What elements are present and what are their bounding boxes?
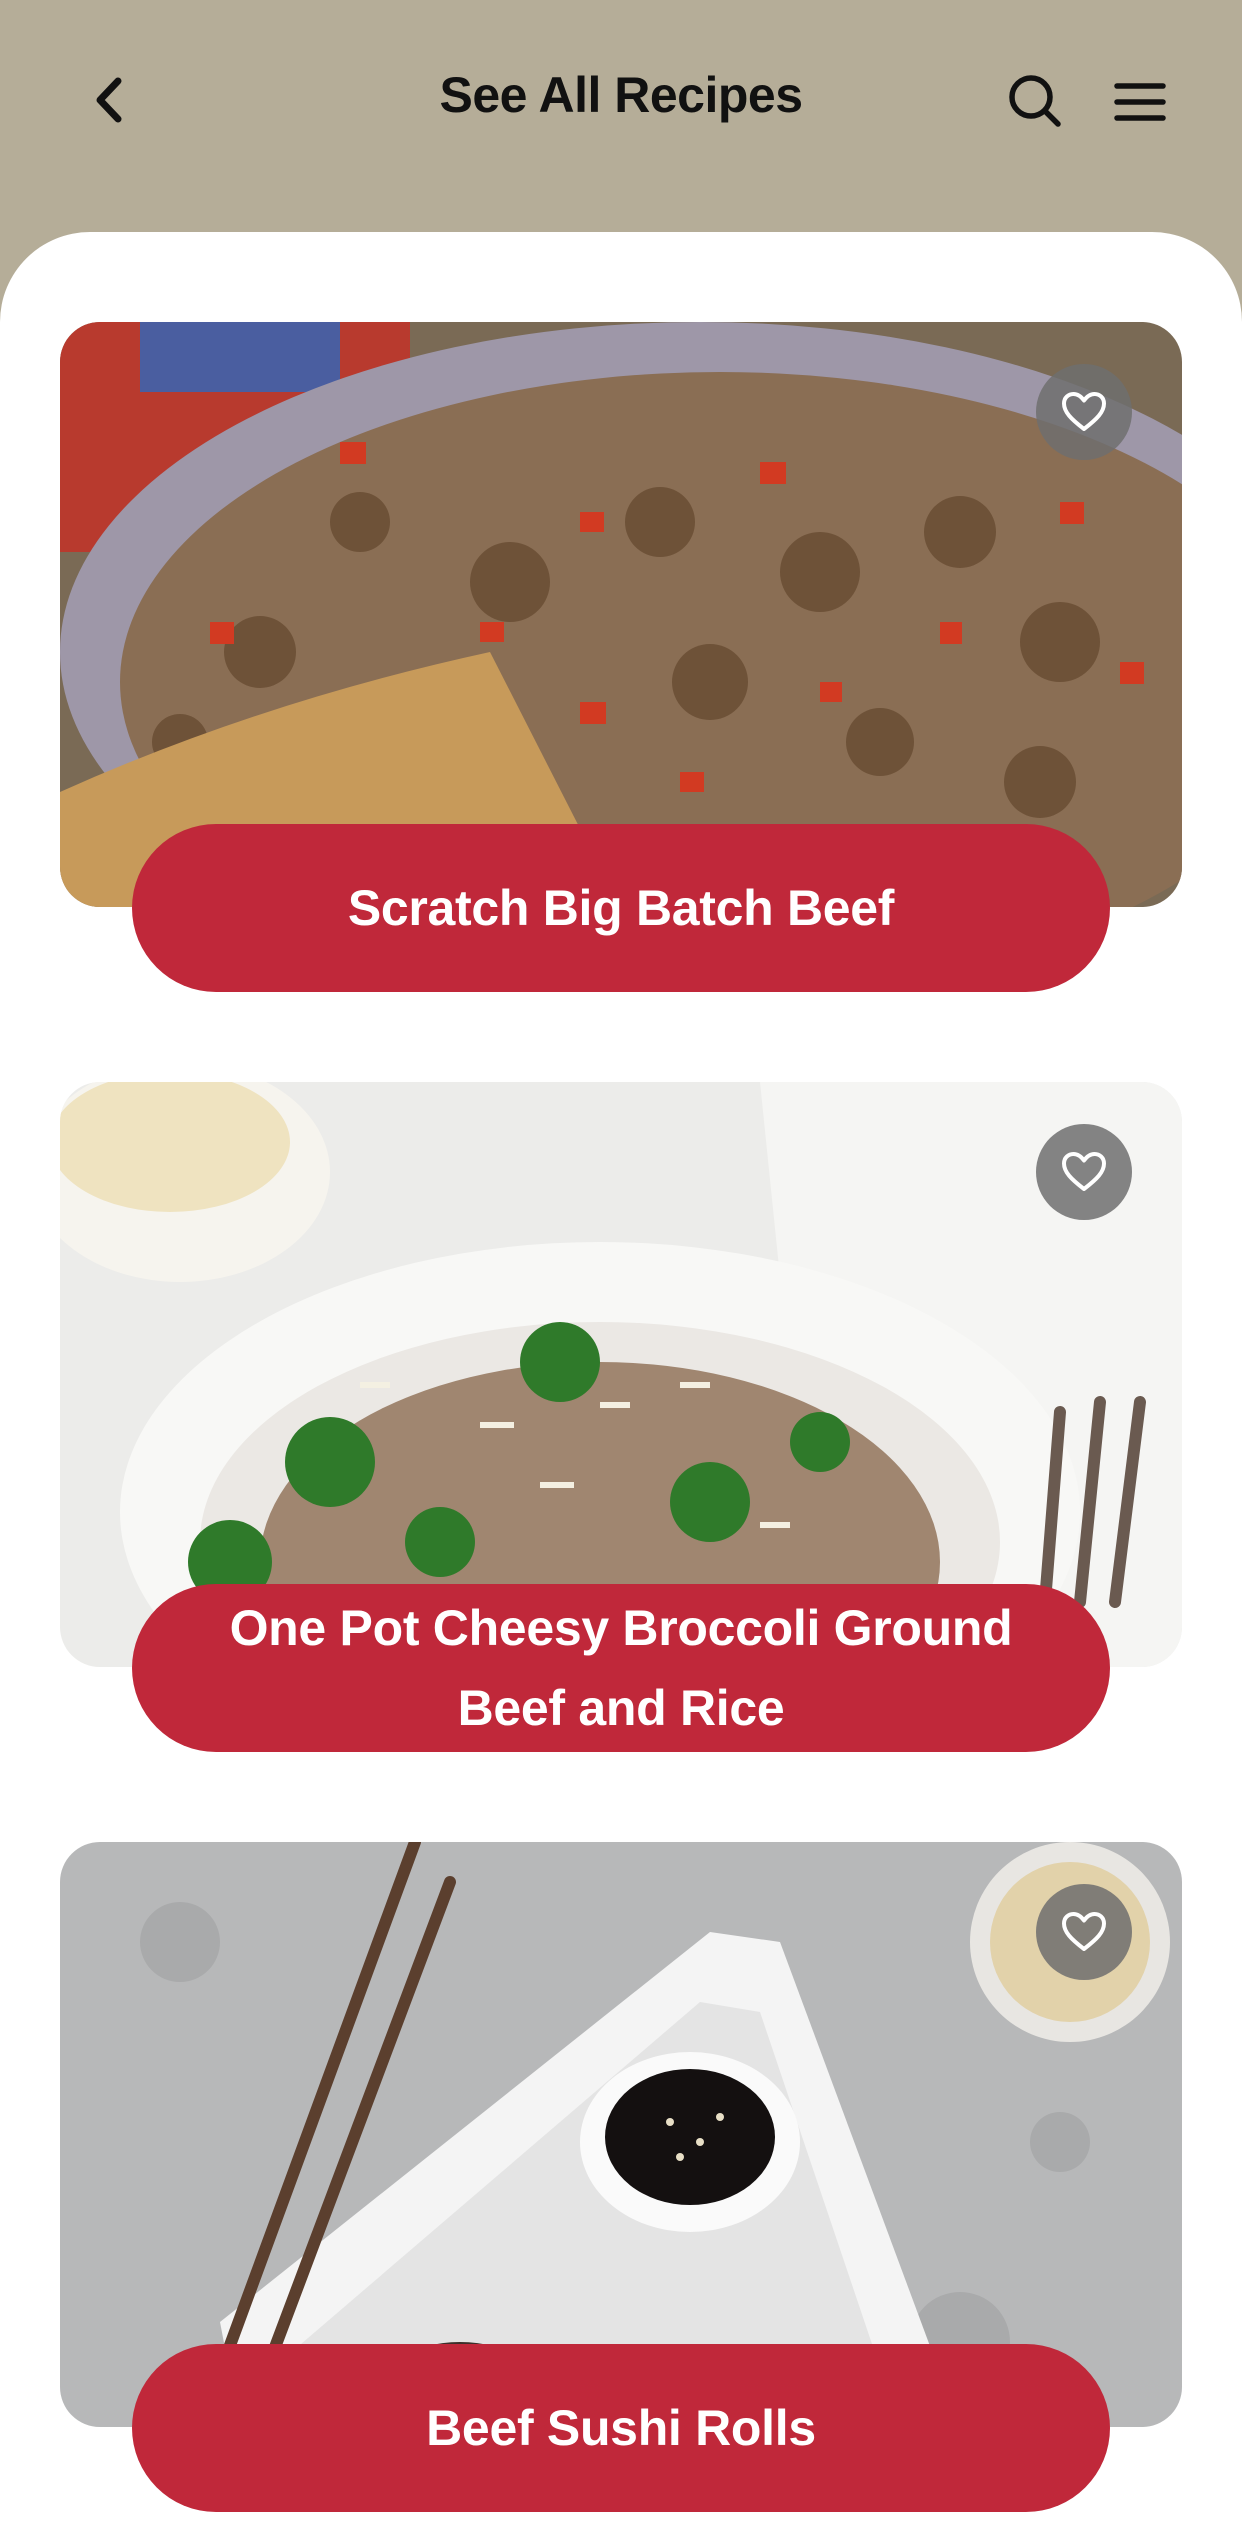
menu-button[interactable] <box>1110 72 1170 132</box>
recipe-photo <box>60 322 1182 907</box>
heart-icon <box>1062 1152 1106 1191</box>
heart-icon <box>1062 392 1106 431</box>
recipe-title: One Pot Cheesy Broccoli Ground Beef and … <box>229 1600 1013 1736</box>
search-button[interactable] <box>1000 68 1070 134</box>
recipe-title: Beef Sushi Rolls <box>426 2400 816 2456</box>
recipe-card-image[interactable] <box>60 322 1182 907</box>
recipe-title-pill[interactable]: Beef Sushi Rolls <box>132 2344 1110 2512</box>
recipe-photo <box>60 1842 1182 2427</box>
recipe-title-pill[interactable]: Scratch Big Batch Beef <box>132 824 1110 992</box>
favorite-button[interactable] <box>1036 1884 1132 1980</box>
recipe-title-pill[interactable]: One Pot Cheesy Broccoli Ground Beef and … <box>132 1584 1110 1752</box>
hamburger-menu-icon <box>1114 83 1166 121</box>
favorite-button[interactable] <box>1036 1124 1132 1220</box>
recipe-photo <box>60 1082 1182 1667</box>
recipe-list: Scratch Big Batch Beef One Pot Cheesy Br… <box>0 232 1242 2529</box>
header-bar: See All Recipes <box>0 0 1242 235</box>
recipe-card-image[interactable] <box>60 1842 1182 2427</box>
recipe-card-image[interactable] <box>60 1082 1182 1667</box>
heart-icon <box>1062 1912 1106 1951</box>
recipe-title: Scratch Big Batch Beef <box>347 880 895 936</box>
favorite-button[interactable] <box>1036 364 1132 460</box>
search-icon <box>1009 75 1061 127</box>
